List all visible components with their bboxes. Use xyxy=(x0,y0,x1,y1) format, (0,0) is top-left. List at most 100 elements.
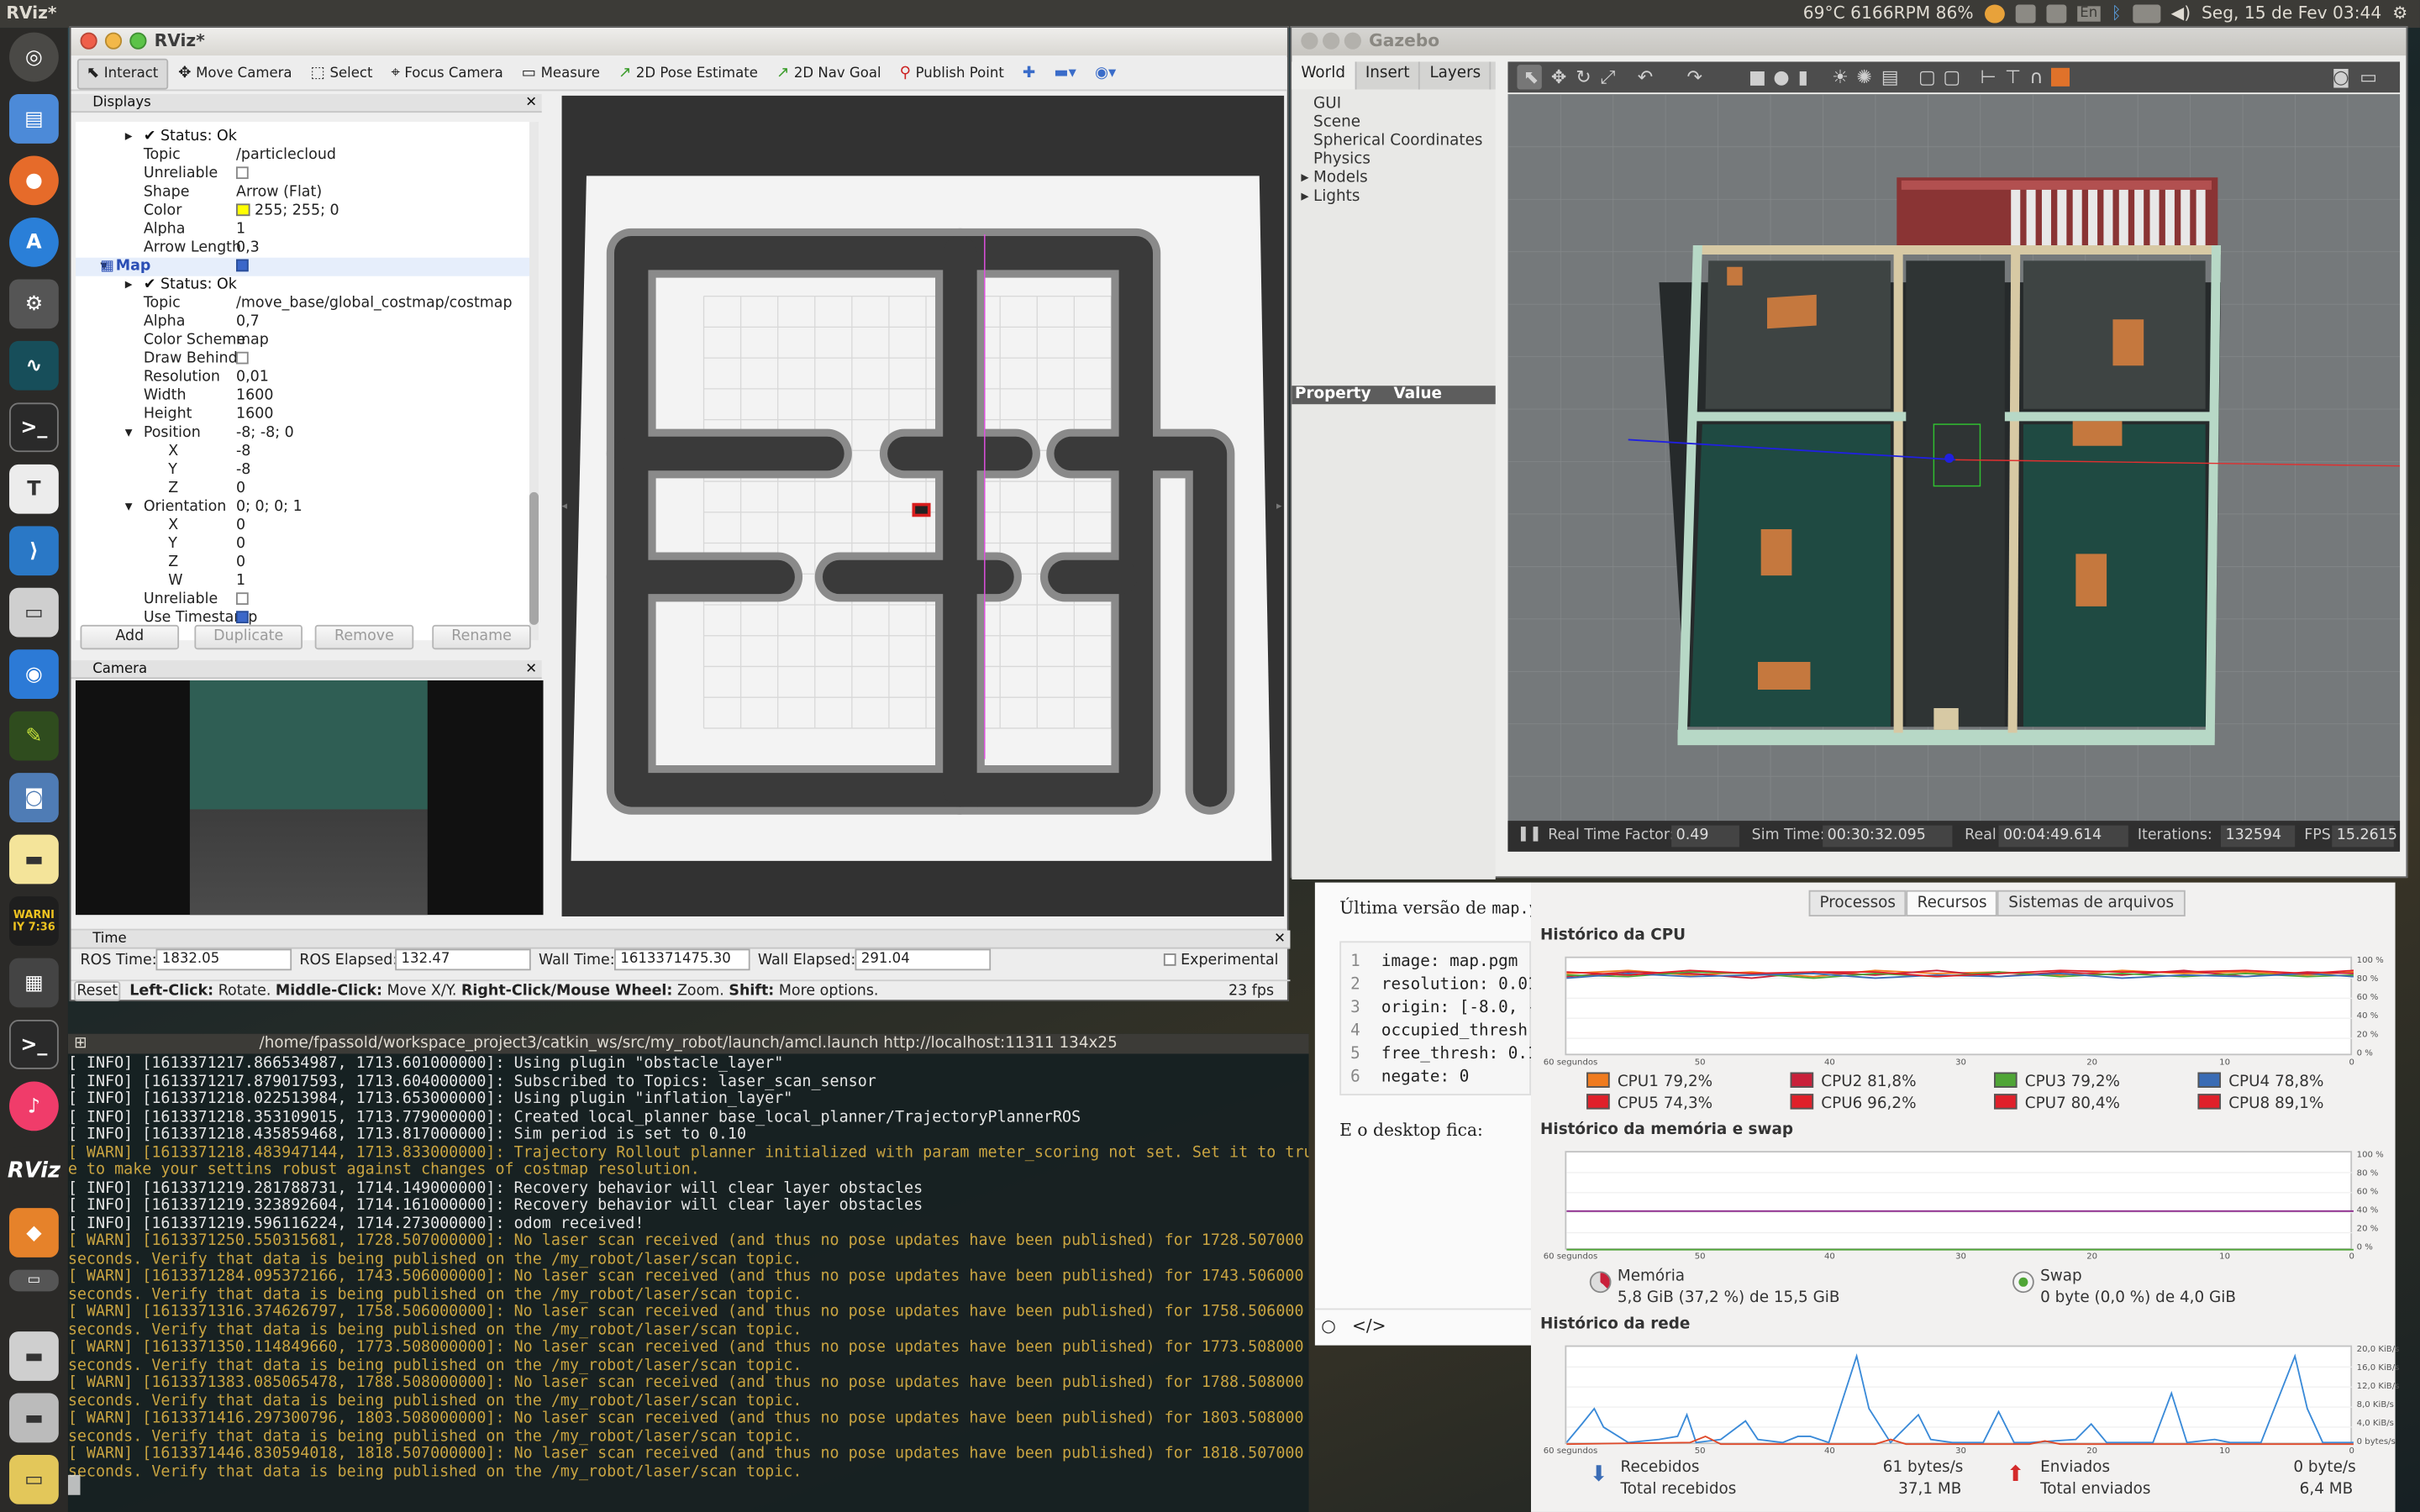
cpu-color-swatch[interactable] xyxy=(1586,1094,1610,1110)
tree-row[interactable]: Alpha 0,7 xyxy=(76,313,535,332)
tree-row[interactable]: Arrow Length 0,3 xyxy=(76,239,535,258)
tree-value[interactable]: 0 xyxy=(236,517,245,535)
world-item-gui[interactable]: GUI xyxy=(1292,96,1482,114)
tree-value[interactable] xyxy=(236,591,249,609)
tree-value[interactable]: 255; 255; 0 xyxy=(236,202,339,221)
time-close-icon[interactable]: ✕ xyxy=(1274,931,1286,949)
tree-value[interactable]: 0 xyxy=(236,480,245,498)
tab-layers[interactable]: Layers xyxy=(1420,61,1492,90)
code-icon[interactable]: </> xyxy=(1352,1316,1386,1336)
remove-display-button[interactable]: Remove xyxy=(314,624,414,650)
tree-row[interactable]: ▾ Orientation 0; 0; 0; 1 xyxy=(76,498,535,517)
tree-row[interactable]: ▾ ▦ Map xyxy=(75,257,536,276)
tree-row[interactable]: Alpha 1 xyxy=(76,221,535,239)
rviz-launcher-icon[interactable]: RViz xyxy=(8,1146,60,1196)
ros-elapsed-field[interactable]: 132.47 xyxy=(395,948,531,971)
collapse-right-handle[interactable]: ▸ xyxy=(1276,500,1284,515)
add-tool-button[interactable]: ✚ xyxy=(1015,58,1044,89)
workspace-icon[interactable]: ▭ xyxy=(9,1269,59,1292)
edit-icon[interactable] xyxy=(2015,3,2036,23)
reset-button[interactable]: Reset xyxy=(74,981,121,1002)
cpu-color-swatch[interactable] xyxy=(1994,1072,2018,1088)
measure-tool[interactable]: ▭ Measure xyxy=(514,58,608,89)
tree-row[interactable]: ▸ ✔ Status: Ok xyxy=(76,128,535,146)
publish-point-tool[interactable]: ⚲ Publish Point xyxy=(892,58,1012,89)
warning-app-icon[interactable]: WARNI IY 7:36 xyxy=(9,896,59,946)
remove-tool-button[interactable]: ▬▾ xyxy=(1046,58,1084,89)
system-settings-icon[interactable]: ⚙ xyxy=(9,279,59,329)
tree-value[interactable] xyxy=(236,258,249,276)
camera-view[interactable] xyxy=(75,680,544,916)
drive-icon[interactable]: ▬ xyxy=(9,1331,59,1381)
tree-row[interactable]: Width 1600 xyxy=(76,387,535,406)
tree-row[interactable]: Z0 xyxy=(76,554,535,572)
tree-row[interactable]: Topic/move_base/global_costmap/costmap xyxy=(76,295,535,313)
tree-value[interactable]: -8; -8; 0 xyxy=(236,424,294,443)
checkbox-icon[interactable] xyxy=(236,592,249,605)
screenshot-icon[interactable]: ◙ xyxy=(9,773,59,822)
drive-2-icon[interactable]: ▬ xyxy=(9,1393,59,1443)
tree-value[interactable]: 0,01 xyxy=(236,369,269,387)
checkbox-icon[interactable] xyxy=(236,351,249,365)
tree-value[interactable]: 0 xyxy=(236,535,245,554)
tree-row[interactable]: Y0 xyxy=(76,535,535,554)
volume-icon[interactable]: ◀) xyxy=(2171,3,2191,24)
ros-time-field[interactable]: 1832.05 xyxy=(155,948,292,971)
cpu-color-swatch[interactable] xyxy=(1994,1094,2018,1110)
tree-value[interactable]: 0,7 xyxy=(236,313,260,332)
tree-value[interactable]: Arrow (Flat) xyxy=(236,184,322,202)
gimp-icon[interactable]: ◉ xyxy=(9,649,59,700)
vscode-icon[interactable]: ⟩ xyxy=(9,526,59,576)
terminal-2-icon[interactable]: >_ xyxy=(9,1020,59,1069)
checkbox-icon[interactable] xyxy=(236,166,249,180)
music-icon[interactable]: ♪ xyxy=(9,1081,59,1131)
focus-camera-tool[interactable]: ⌖ Focus Camera xyxy=(383,58,511,89)
gazebo-launcher-icon[interactable]: ◆ xyxy=(9,1208,59,1257)
add-display-button[interactable]: Add xyxy=(80,624,180,650)
panel-close-icon[interactable]: ✕ xyxy=(525,94,537,113)
weather-icon[interactable] xyxy=(1984,3,2005,23)
gazebo-minimize-icon[interactable] xyxy=(1323,32,1340,50)
interact-tool[interactable]: ⬉ Interact xyxy=(76,57,168,89)
tree-expand-icon[interactable]: ▾ xyxy=(125,498,133,517)
terminal-window[interactable]: ⊞ /home/fpassold/workspace_project3/catk… xyxy=(67,1033,1309,1512)
scrollbar-thumb[interactable] xyxy=(529,491,539,625)
duplicate-display-button[interactable]: Duplicate xyxy=(194,624,302,650)
cpu-color-swatch[interactable] xyxy=(2197,1094,2222,1110)
tab-filesystems[interactable]: Sistemas de arquivos xyxy=(1997,890,2185,916)
tree-value[interactable]: 1600 xyxy=(236,387,273,406)
dash-icon[interactable]: ◎ xyxy=(9,32,59,82)
terminal-icon[interactable]: >_ xyxy=(9,402,59,453)
tree-row[interactable]: Color 255; 255; 0 xyxy=(76,202,535,221)
gazebo-maximize-icon[interactable] xyxy=(1344,32,1361,50)
circle-icon[interactable]: ○ xyxy=(1321,1316,1336,1336)
tree-row[interactable]: ▾ Position -8; -8; 0 xyxy=(76,424,535,443)
tree-value[interactable]: 1 xyxy=(236,572,245,591)
keyboard-indicator[interactable]: En xyxy=(2076,5,2101,21)
draw-icon[interactable]: ✎ xyxy=(9,711,59,761)
rviz-titlebar[interactable]: RViz* xyxy=(71,28,1287,56)
cpu-color-swatch[interactable] xyxy=(1790,1072,1814,1088)
tree-row[interactable]: Topic/particlecloud xyxy=(76,146,535,165)
wall-elapsed-field[interactable]: 291.04 xyxy=(855,948,992,971)
network-icon[interactable] xyxy=(2045,3,2066,23)
tree-value[interactable]: 0; 0; 0; 1 xyxy=(236,498,302,517)
tree-row[interactable]: Unreliable xyxy=(76,591,535,609)
world-item-lights[interactable]: ▸ Lights xyxy=(1292,188,1482,207)
rename-display-button[interactable]: Rename xyxy=(432,624,531,650)
tree-value[interactable] xyxy=(236,165,249,184)
tree-row[interactable]: Unreliable xyxy=(76,165,535,184)
tab-resources[interactable]: Recursos xyxy=(1906,890,1998,916)
gazebo-titlebar[interactable]: Gazebo xyxy=(1292,28,2407,56)
world-item-models[interactable]: ▸ Models xyxy=(1292,170,1482,188)
presentation-icon[interactable]: ▭ xyxy=(9,587,59,638)
tree-row[interactable]: Y -8 xyxy=(76,461,535,480)
maximize-icon[interactable] xyxy=(129,32,147,50)
tree-value[interactable]: /particlecloud xyxy=(236,146,336,165)
sensor-indicator[interactable]: 69°C 6166RPM 86% xyxy=(1803,3,1974,24)
move-camera-tool[interactable]: ✥ Move Camera xyxy=(171,58,300,89)
tree-row[interactable]: W1 xyxy=(76,572,535,591)
tree-value[interactable]: -8 xyxy=(236,443,250,461)
file-manager-icon[interactable]: ▤ xyxy=(9,94,59,144)
tree-row[interactable]: Color Scheme map xyxy=(76,332,535,350)
